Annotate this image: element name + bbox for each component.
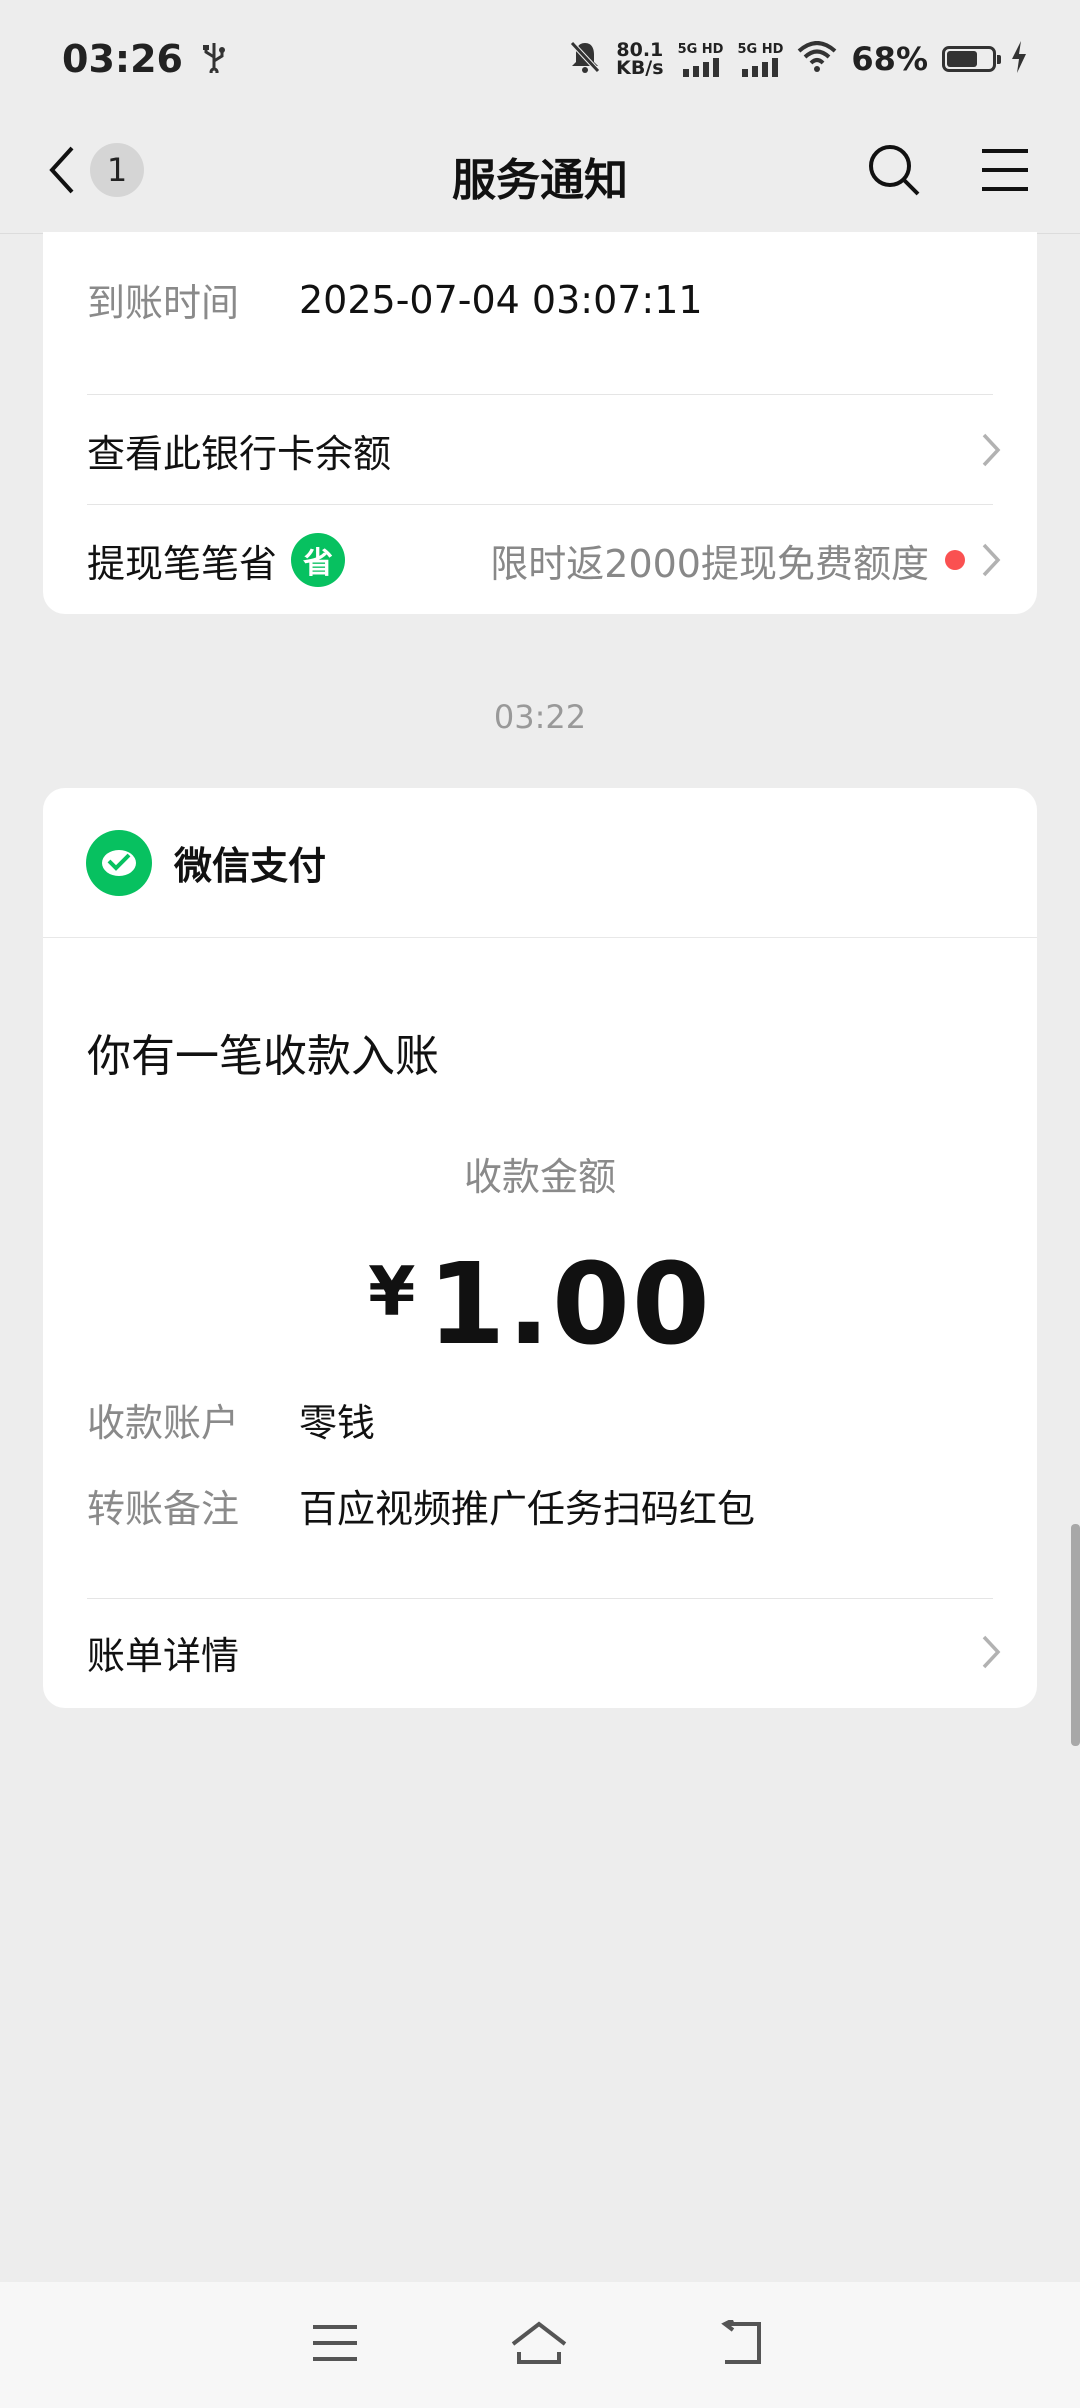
more-menu-button[interactable] <box>980 145 1030 199</box>
system-nav-bar <box>0 2282 1080 2408</box>
save-badge: 省 <box>291 533 346 587</box>
withdraw-save-right: 限时返2000提现免费额度 <box>490 533 1001 588</box>
back-arrow-icon <box>721 2318 761 2364</box>
chevron-left-icon <box>49 146 74 194</box>
battery-icon <box>942 46 1001 72</box>
arrival-time-row: 到账时间 2025-07-04 03:07:11 <box>87 272 703 327</box>
menu-icon <box>982 149 1028 191</box>
divider <box>87 1598 993 1599</box>
message-timestamp: 03:22 <box>493 698 587 736</box>
divider <box>87 504 993 505</box>
amount-display: ¥1.00 <box>43 1240 1037 1370</box>
amount-label: 收款金额 <box>463 1155 616 1199</box>
search-icon <box>869 145 920 196</box>
recent-apps-button[interactable] <box>311 2323 359 2367</box>
remark-row: 转账备注 百应视频推广任务扫码红包 <box>87 1478 755 1533</box>
battery-fill <box>947 51 977 67</box>
battery-percent: 68% <box>851 40 928 78</box>
prev-notification-card: 到账时间 2025-07-04 03:07:11 查看此银行卡余额 提现笔笔省 … <box>43 232 1037 614</box>
page-title: 服务通知 <box>452 154 628 206</box>
currency-symbol: ¥ <box>368 1253 418 1332</box>
chevron-right-icon <box>982 543 1001 577</box>
account-row: 收款账户 零钱 <box>87 1392 375 1447</box>
signal-bars-icon <box>742 57 779 77</box>
home-button[interactable] <box>509 2320 569 2370</box>
withdraw-save-label: 提现笔笔省 <box>87 541 278 586</box>
divider <box>87 394 993 395</box>
nav-actions <box>866 142 1030 202</box>
search-button[interactable] <box>866 142 922 202</box>
chevron-right-icon <box>982 433 1001 467</box>
wechat-pay-card[interactable]: 微信支付 你有一笔收款入账 收款金额 ¥1.00 收款账户 零钱 转账备注 百应… <box>43 788 1037 1708</box>
bill-detail-label: 账单详情 <box>87 1633 240 1678</box>
sim2-label: 5G HD <box>737 41 784 57</box>
red-dot-indicator <box>945 550 965 570</box>
unread-count-badge: 1 <box>90 143 144 197</box>
signal-bars-icon <box>682 57 719 77</box>
usb-icon <box>201 41 227 77</box>
nav-bar: 1 服务通知 <box>0 118 1080 234</box>
withdraw-promo-text: 限时返2000提现免费额度 <box>490 541 929 586</box>
net-speed: 80.1 KB/s <box>616 41 664 79</box>
net-speed-unit: KB/s <box>616 57 664 79</box>
charging-icon <box>1010 41 1028 77</box>
back-button[interactable]: 1 <box>46 142 144 198</box>
withdraw-save-row[interactable]: 提现笔笔省 省 限时返2000提现免费额度 <box>87 530 1001 590</box>
withdraw-save-left: 提现笔笔省 省 <box>87 533 346 588</box>
status-bar: 03:26 80.1 KB/s 5G HD 5G HD 68% <box>0 0 1080 118</box>
arrival-time-label: 到账时间 <box>87 281 240 325</box>
menu-icon <box>313 2325 357 2361</box>
chevron-right-icon <box>982 1635 1001 1669</box>
pay-card-header[interactable]: 微信支付 <box>43 788 1037 938</box>
wechat-pay-logo-icon <box>86 829 152 896</box>
bill-detail-row[interactable]: 账单详情 <box>87 1624 1001 1680</box>
signal-sim2: 5G HD <box>737 42 783 77</box>
status-left: 03:26 <box>62 37 227 81</box>
status-time: 03:26 <box>62 37 183 81</box>
sim1-label: 5G HD <box>677 41 724 57</box>
arrival-time-value: 2025-07-04 03:07:11 <box>299 277 703 322</box>
amount-value: 1.00 <box>427 1240 712 1370</box>
mute-bell-icon <box>568 39 602 79</box>
check-balance-row[interactable]: 查看此银行卡余额 <box>87 422 1001 478</box>
back-nav-button[interactable] <box>719 2318 769 2370</box>
account-label: 收款账户 <box>87 1401 240 1445</box>
remark-value: 百应视频推广任务扫码红包 <box>299 1487 756 1531</box>
check-balance-label: 查看此银行卡余额 <box>87 431 392 476</box>
signal-sim1: 5G HD <box>677 41 724 77</box>
pay-headline: 你有一笔收款入账 <box>87 1031 439 1082</box>
remark-label: 转账备注 <box>87 1487 240 1531</box>
wifi-icon <box>797 41 837 77</box>
home-icon <box>511 2321 567 2364</box>
account-value: 零钱 <box>299 1401 376 1445</box>
scrollbar-thumb[interactable] <box>1071 1524 1080 1746</box>
status-right: 80.1 KB/s 5G HD 5G HD 68% <box>568 39 1028 79</box>
pay-brand-name: 微信支付 <box>174 844 327 888</box>
